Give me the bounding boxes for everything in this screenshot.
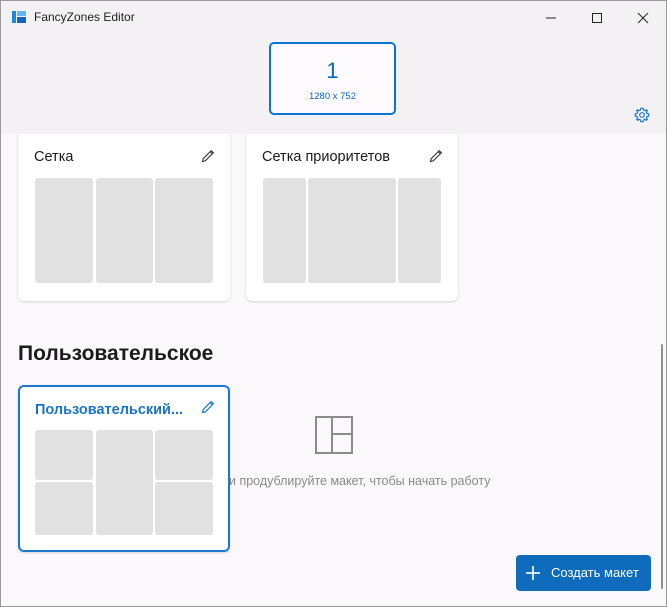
pencil-icon[interactable]: [200, 148, 216, 164]
vertical-scrollbar[interactable]: [661, 344, 663, 589]
monitor-number: 1: [326, 58, 339, 83]
title-bar: FancyZones Editor: [1, 1, 666, 34]
zone: [308, 178, 396, 283]
create-layout-button[interactable]: Создать макет: [516, 555, 651, 591]
zone: [155, 482, 213, 535]
template-card-priority-grid[interactable]: Сетка приоритетов: [246, 134, 458, 301]
layout-icon: [315, 416, 353, 454]
zone: [35, 482, 93, 535]
app-window: FancyZones Editor 1 1280 x 752 Сетка Сет…: [0, 0, 667, 607]
close-button[interactable]: [620, 1, 666, 34]
zone: [155, 430, 213, 480]
settings-button[interactable]: [633, 106, 651, 124]
template-card-grid[interactable]: Сетка: [18, 134, 230, 301]
zone: [35, 430, 93, 480]
close-icon: [637, 12, 649, 24]
monitor-resolution: 1280 x 752: [308, 91, 356, 102]
zone: [35, 178, 93, 283]
custom-layout-title: Пользовательский...: [35, 402, 184, 418]
template-title: Сетка: [34, 149, 74, 165]
create-layout-label: Создать макет: [551, 565, 639, 580]
pencil-icon[interactable]: [428, 148, 444, 164]
minimize-button[interactable]: [528, 1, 574, 34]
window-title: FancyZones Editor: [34, 10, 135, 24]
monitor-selector-area: 1 1280 x 752: [1, 34, 666, 134]
monitor-1-card[interactable]: 1 1280 x 752: [269, 42, 396, 115]
zone: [96, 430, 153, 535]
plus-icon: [526, 566, 540, 580]
pencil-icon[interactable]: [200, 399, 216, 415]
maximize-icon: [592, 13, 602, 23]
zone: [155, 178, 213, 283]
maximize-button[interactable]: [574, 1, 620, 34]
fancyzones-app-icon: [12, 11, 26, 23]
template-title: Сетка приоритетов: [262, 149, 391, 165]
zone: [263, 178, 306, 283]
empty-state-text: и продублируйте макет, чтобы начать рабо…: [229, 474, 491, 488]
minimize-icon: [546, 17, 556, 19]
layouts-content: Сетка Сетка приоритетов Пользовательское: [1, 134, 666, 606]
custom-section-title: Пользовательское: [18, 342, 214, 365]
zone: [96, 178, 153, 283]
custom-layout-card[interactable]: Пользовательский...: [18, 385, 230, 552]
gear-icon: [634, 107, 650, 123]
zone: [398, 178, 441, 283]
